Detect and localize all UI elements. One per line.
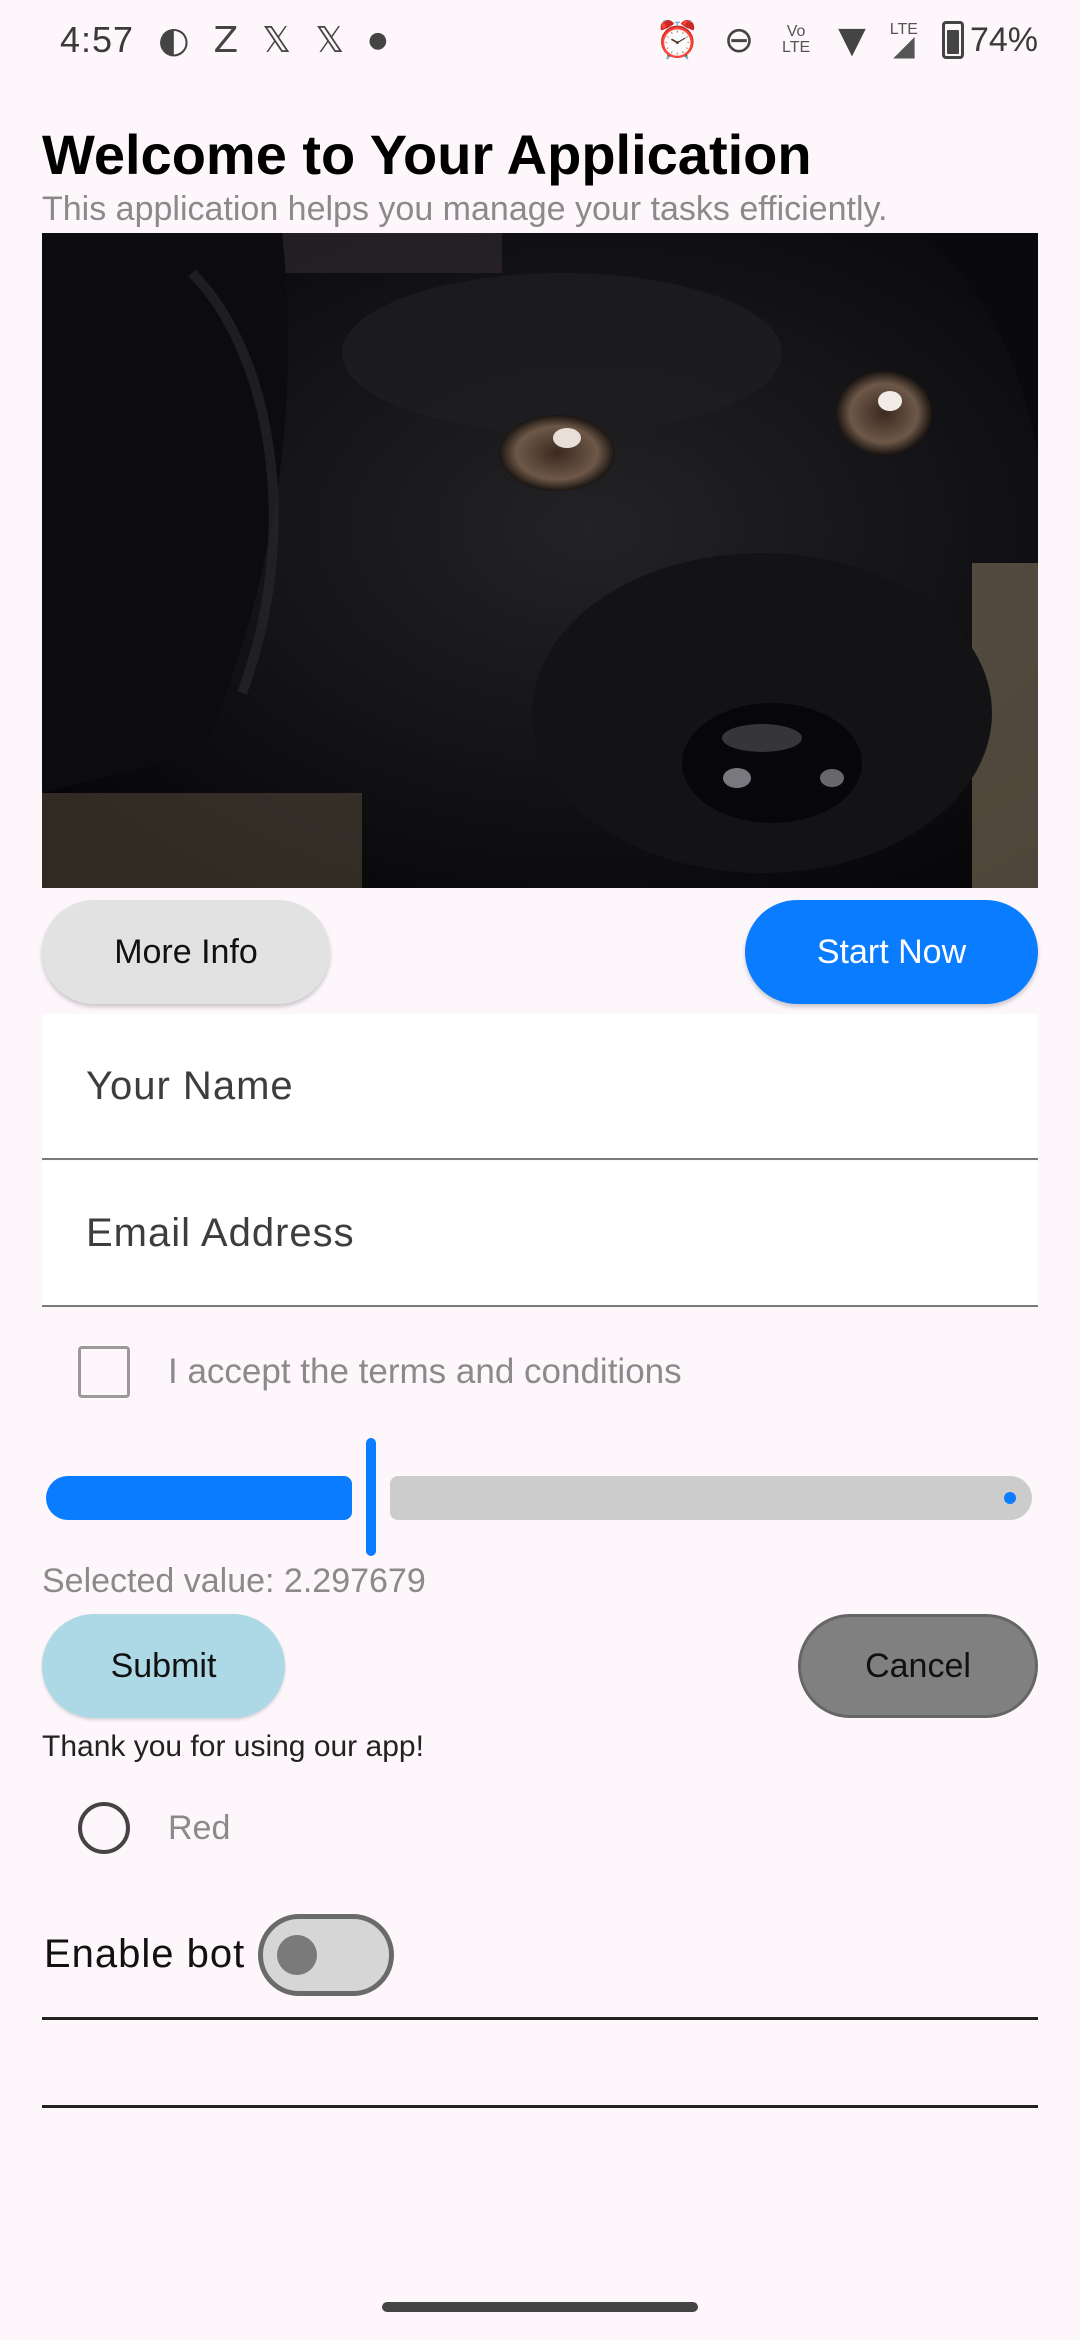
terms-label: I accept the terms and conditions (168, 1352, 682, 1391)
status-time: 4:57 (60, 19, 135, 60)
start-now-button[interactable]: Start Now (745, 900, 1038, 1004)
terms-checkbox[interactable] (78, 1346, 130, 1398)
volte-icon: Vo LTE (782, 23, 811, 56)
battery-indicator: 74% (941, 20, 1038, 60)
z-icon: Z (213, 19, 239, 61)
enable-bot-row: Enable bot (42, 1914, 1038, 2020)
terms-checkbox-row[interactable]: I accept the terms and conditions (78, 1346, 682, 1398)
do-not-disturb-icon: ⊖ (723, 19, 755, 61)
slider-active-track (46, 1476, 352, 1520)
dot-icon: ● (368, 27, 388, 53)
lte-signal-icon: LTE ◢ (889, 20, 918, 61)
status-right: ⏰ ⊖ Vo LTE ▼ LTE ◢ 74% (655, 19, 1038, 62)
slider-inactive-track (390, 1476, 1032, 1520)
status-left: 4:57 ◐ Z 𝕏 𝕏 ● (60, 19, 387, 61)
slider-thumb[interactable] (366, 1438, 376, 1556)
radio-label: Red (168, 1808, 231, 1847)
name-input[interactable] (42, 1014, 1038, 1158)
enable-bot-switch[interactable] (258, 1914, 394, 1996)
value-slider[interactable] (42, 1438, 1038, 1558)
home-indicator[interactable] (382, 2302, 698, 2312)
x-icon: 𝕏 (315, 19, 345, 61)
thanks-text: Thank you for using our app! (42, 1730, 424, 1763)
email-field (42, 1161, 1038, 1307)
email-input[interactable] (42, 1161, 1038, 1305)
toggle-label: Enable bot (44, 1932, 246, 1976)
battery-icon (941, 21, 964, 59)
alarm-icon: ⏰ (655, 20, 700, 61)
slider-stop-indicator (1004, 1492, 1016, 1504)
hero-image (42, 233, 1038, 888)
status-bar: 4:57 ◐ Z 𝕏 𝕏 ● ⏰ ⊖ Vo LTE ▼ LTE ◢ 74% (0, 0, 1080, 80)
switch-knob (277, 1935, 317, 1975)
radio-button[interactable] (78, 1802, 130, 1854)
submit-button[interactable]: Submit (42, 1614, 285, 1718)
page-subtitle: This application helps you manage your t… (42, 190, 888, 228)
name-field (42, 1014, 1038, 1160)
radio-option-red[interactable]: Red (78, 1802, 230, 1854)
x-icon: 𝕏 (262, 19, 292, 61)
cancel-button[interactable]: Cancel (798, 1614, 1038, 1718)
p-circle-icon: ◐ (158, 19, 190, 61)
page-title: Welcome to Your Application (42, 123, 812, 186)
puppy-photo (42, 233, 1038, 888)
battery-percent: 74% (969, 20, 1038, 59)
slider-value-text: Selected value: 2.297679 (42, 1562, 426, 1600)
empty-input-field[interactable] (42, 2020, 1038, 2108)
more-info-button[interactable]: More Info (42, 900, 330, 1004)
wifi-icon: ▼ (838, 19, 866, 61)
